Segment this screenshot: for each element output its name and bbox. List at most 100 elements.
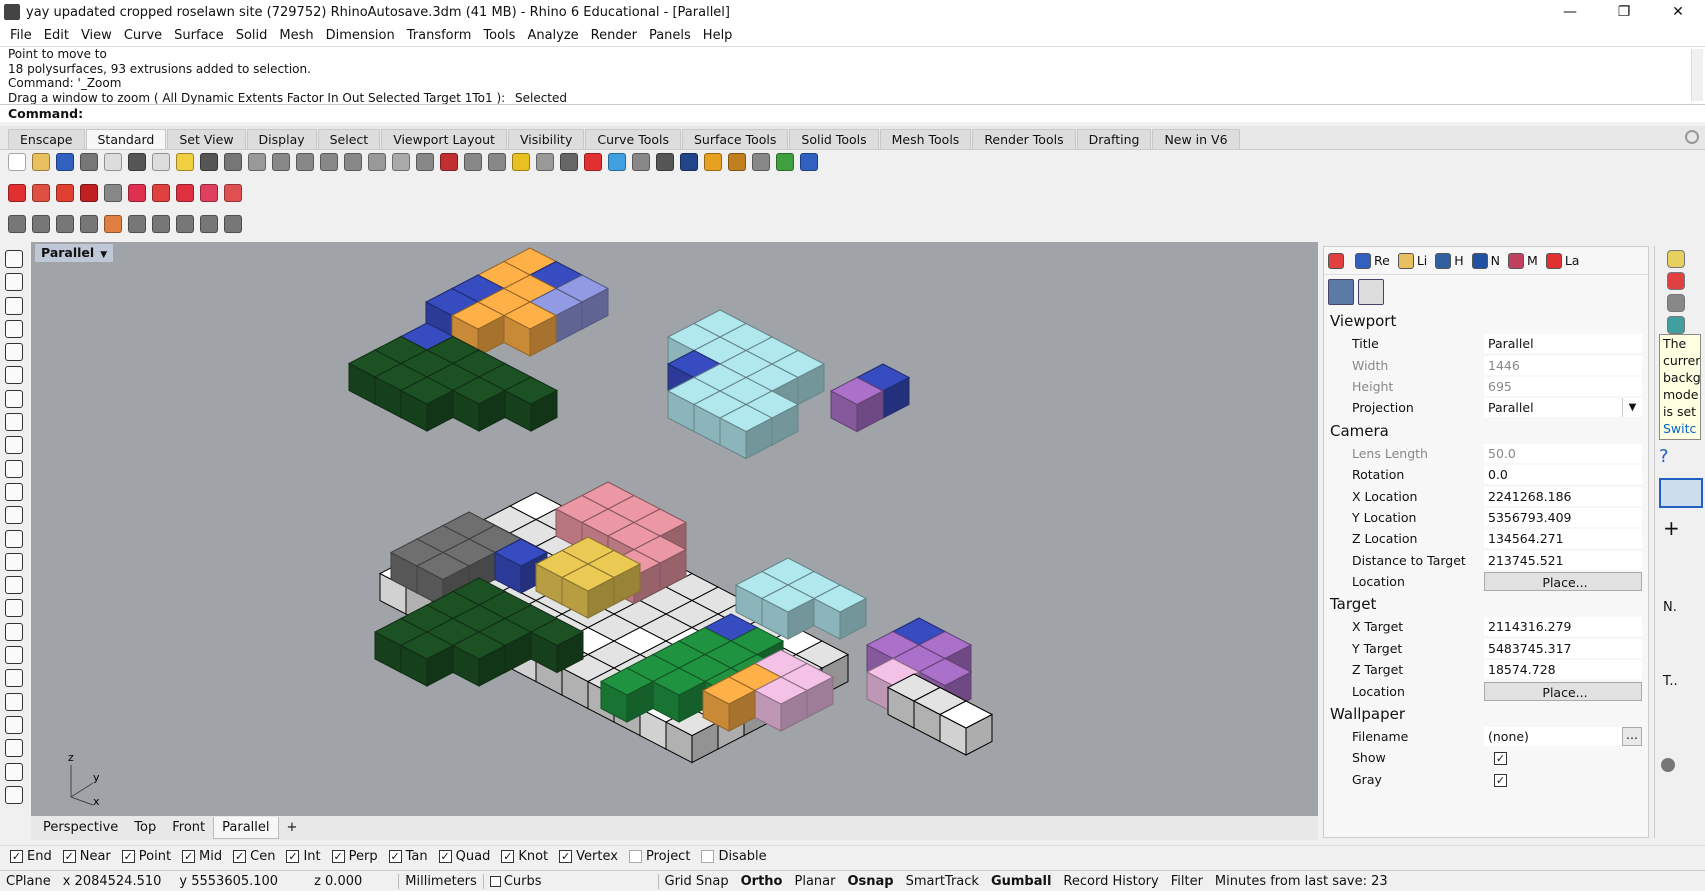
- panel-tab[interactable]: H: [1435, 252, 1464, 269]
- close-button[interactable]: ✕: [1651, 0, 1705, 24]
- left-tool-icon[interactable]: [5, 646, 23, 665]
- units-label[interactable]: Millimeters: [398, 873, 483, 889]
- tab-viewport-layout[interactable]: Viewport Layout: [381, 129, 507, 149]
- panel-tab[interactable]: N: [1471, 252, 1500, 269]
- history-scrollbar[interactable]: [1691, 49, 1703, 101]
- property-value[interactable]: 0.0: [1484, 465, 1642, 485]
- standard-tool-icon[interactable]: [728, 153, 746, 171]
- property-value[interactable]: 5356793.409: [1484, 507, 1642, 527]
- menu-curve[interactable]: Curve: [118, 28, 168, 43]
- tab-parallel[interactable]: Parallel: [213, 817, 279, 839]
- tab-render-tools[interactable]: Render Tools: [972, 129, 1076, 149]
- enscape-tool-icon[interactable]: [200, 184, 218, 202]
- panel-tab[interactable]: [1328, 252, 1347, 269]
- help-icon[interactable]: [1667, 250, 1685, 268]
- tab-perspective[interactable]: Perspective: [35, 817, 126, 839]
- osnap-disable[interactable]: Disable: [701, 849, 767, 864]
- standard-tool-icon[interactable]: [8, 153, 26, 171]
- checkbox-icon[interactable]: ✓: [388, 850, 402, 863]
- left-tool-icon[interactable]: [5, 785, 23, 804]
- left-tool-icon[interactable]: [5, 459, 23, 478]
- cplane-label[interactable]: CPlane: [0, 874, 57, 889]
- extra-tool-icon[interactable]: [104, 215, 122, 233]
- property-value[interactable]: 213745.521: [1484, 550, 1642, 570]
- minimize-button[interactable]: —: [1543, 0, 1597, 24]
- panel-tab[interactable]: Li: [1397, 252, 1427, 269]
- menu-edit[interactable]: Edit: [38, 28, 75, 43]
- left-tool-icon[interactable]: [5, 529, 23, 548]
- property-value[interactable]: 134564.271: [1484, 529, 1642, 549]
- standard-tool-icon[interactable]: [344, 153, 362, 171]
- grid-snap-toggle[interactable]: Grid Snap: [657, 873, 735, 889]
- chevron-down-icon[interactable]: ▼: [1622, 398, 1642, 418]
- standard-tool-icon[interactable]: [296, 153, 314, 171]
- standard-tool-icon[interactable]: [560, 153, 578, 171]
- osnap-near[interactable]: ✓ Near: [62, 849, 111, 864]
- property-value[interactable]: 2114316.279: [1484, 617, 1642, 637]
- enscape-tool-icon[interactable]: [8, 184, 26, 202]
- standard-tool-icon[interactable]: [464, 153, 482, 171]
- place-button[interactable]: Place...: [1484, 681, 1642, 701]
- standard-tool-icon[interactable]: [776, 153, 794, 171]
- viewport-parallel[interactable]: Parallel ▼ z y x: [31, 242, 1318, 816]
- left-tool-icon[interactable]: [5, 343, 23, 362]
- current-layer[interactable]: Curbs: [482, 873, 658, 889]
- tab-display[interactable]: Display: [246, 129, 317, 149]
- layers-icon[interactable]: [1667, 294, 1685, 312]
- property-value[interactable]: ✓: [1484, 770, 1642, 789]
- standard-tool-icon[interactable]: [104, 153, 122, 171]
- menu-panels[interactable]: Panels: [643, 28, 697, 43]
- extra-tool-icon[interactable]: [176, 215, 194, 233]
- checkbox-icon[interactable]: ✓: [438, 850, 452, 863]
- place-button[interactable]: Place...: [1484, 572, 1642, 592]
- bug-icon[interactable]: [1667, 272, 1685, 290]
- tab-surface-tools[interactable]: Surface Tools: [682, 129, 789, 149]
- tab-drafting[interactable]: Drafting: [1076, 129, 1152, 149]
- osnap-point[interactable]: ✓ Point: [121, 849, 171, 864]
- camera-icon[interactable]: [1328, 279, 1354, 305]
- tab-front[interactable]: Front: [164, 817, 213, 839]
- enscape-tool-icon[interactable]: [32, 184, 50, 202]
- tab-mesh-tools[interactable]: Mesh Tools: [879, 129, 972, 149]
- menu-dimension[interactable]: Dimension: [320, 28, 401, 43]
- left-tool-icon[interactable]: [5, 692, 23, 711]
- menu-help[interactable]: Help: [697, 28, 739, 43]
- menu-tools[interactable]: Tools: [477, 28, 521, 43]
- property-value[interactable]: 2241268.186: [1484, 486, 1642, 506]
- standard-tool-icon[interactable]: [224, 153, 242, 171]
- maximize-button[interactable]: ❐: [1597, 0, 1651, 24]
- osnap-end[interactable]: ✓ End: [10, 849, 52, 864]
- tab-select[interactable]: Select: [317, 129, 381, 149]
- property-value[interactable]: (none)...: [1484, 727, 1642, 747]
- standard-tool-icon[interactable]: [56, 153, 74, 171]
- standard-tool-icon[interactable]: [32, 153, 50, 171]
- left-tool-icon[interactable]: [5, 319, 23, 338]
- property-value[interactable]: Parallel: [1484, 334, 1642, 354]
- osnap-mid[interactable]: ✓ Mid: [182, 849, 222, 864]
- standard-tool-icon[interactable]: [200, 153, 218, 171]
- panel-tab[interactable]: La: [1545, 252, 1579, 269]
- gumball-toggle[interactable]: Gumball: [985, 874, 1057, 889]
- osnap-perp[interactable]: ✓ Perp: [331, 849, 378, 864]
- extra-tool-icon[interactable]: [32, 215, 50, 233]
- standard-tool-icon[interactable]: [800, 153, 818, 171]
- property-value[interactable]: ✓: [1484, 748, 1642, 767]
- gear-icon[interactable]: [1685, 130, 1699, 144]
- osnap-cen[interactable]: ✓ Cen: [233, 849, 275, 864]
- left-tool-icon[interactable]: [5, 366, 23, 385]
- standard-tool-icon[interactable]: [704, 153, 722, 171]
- extra-tool-icon[interactable]: [8, 215, 26, 233]
- record-history-toggle[interactable]: Record History: [1057, 874, 1164, 889]
- browse-button[interactable]: ...: [1622, 727, 1642, 747]
- enscape-tool-icon[interactable]: [224, 184, 242, 202]
- enscape-tool-icon[interactable]: [176, 184, 194, 202]
- standard-tool-icon[interactable]: [416, 153, 434, 171]
- checkbox-icon[interactable]: ✓: [121, 850, 135, 863]
- ortho-toggle[interactable]: Ortho: [735, 874, 789, 889]
- standard-tool-icon[interactable]: [152, 153, 170, 171]
- osnap-vertex[interactable]: ✓ Vertex: [559, 849, 618, 864]
- filter-toggle[interactable]: Filter: [1165, 874, 1209, 889]
- standard-tool-icon[interactable]: [176, 153, 194, 171]
- property-value[interactable]: Parallel ▼: [1484, 398, 1642, 418]
- checkbox-icon[interactable]: ✓: [233, 850, 247, 863]
